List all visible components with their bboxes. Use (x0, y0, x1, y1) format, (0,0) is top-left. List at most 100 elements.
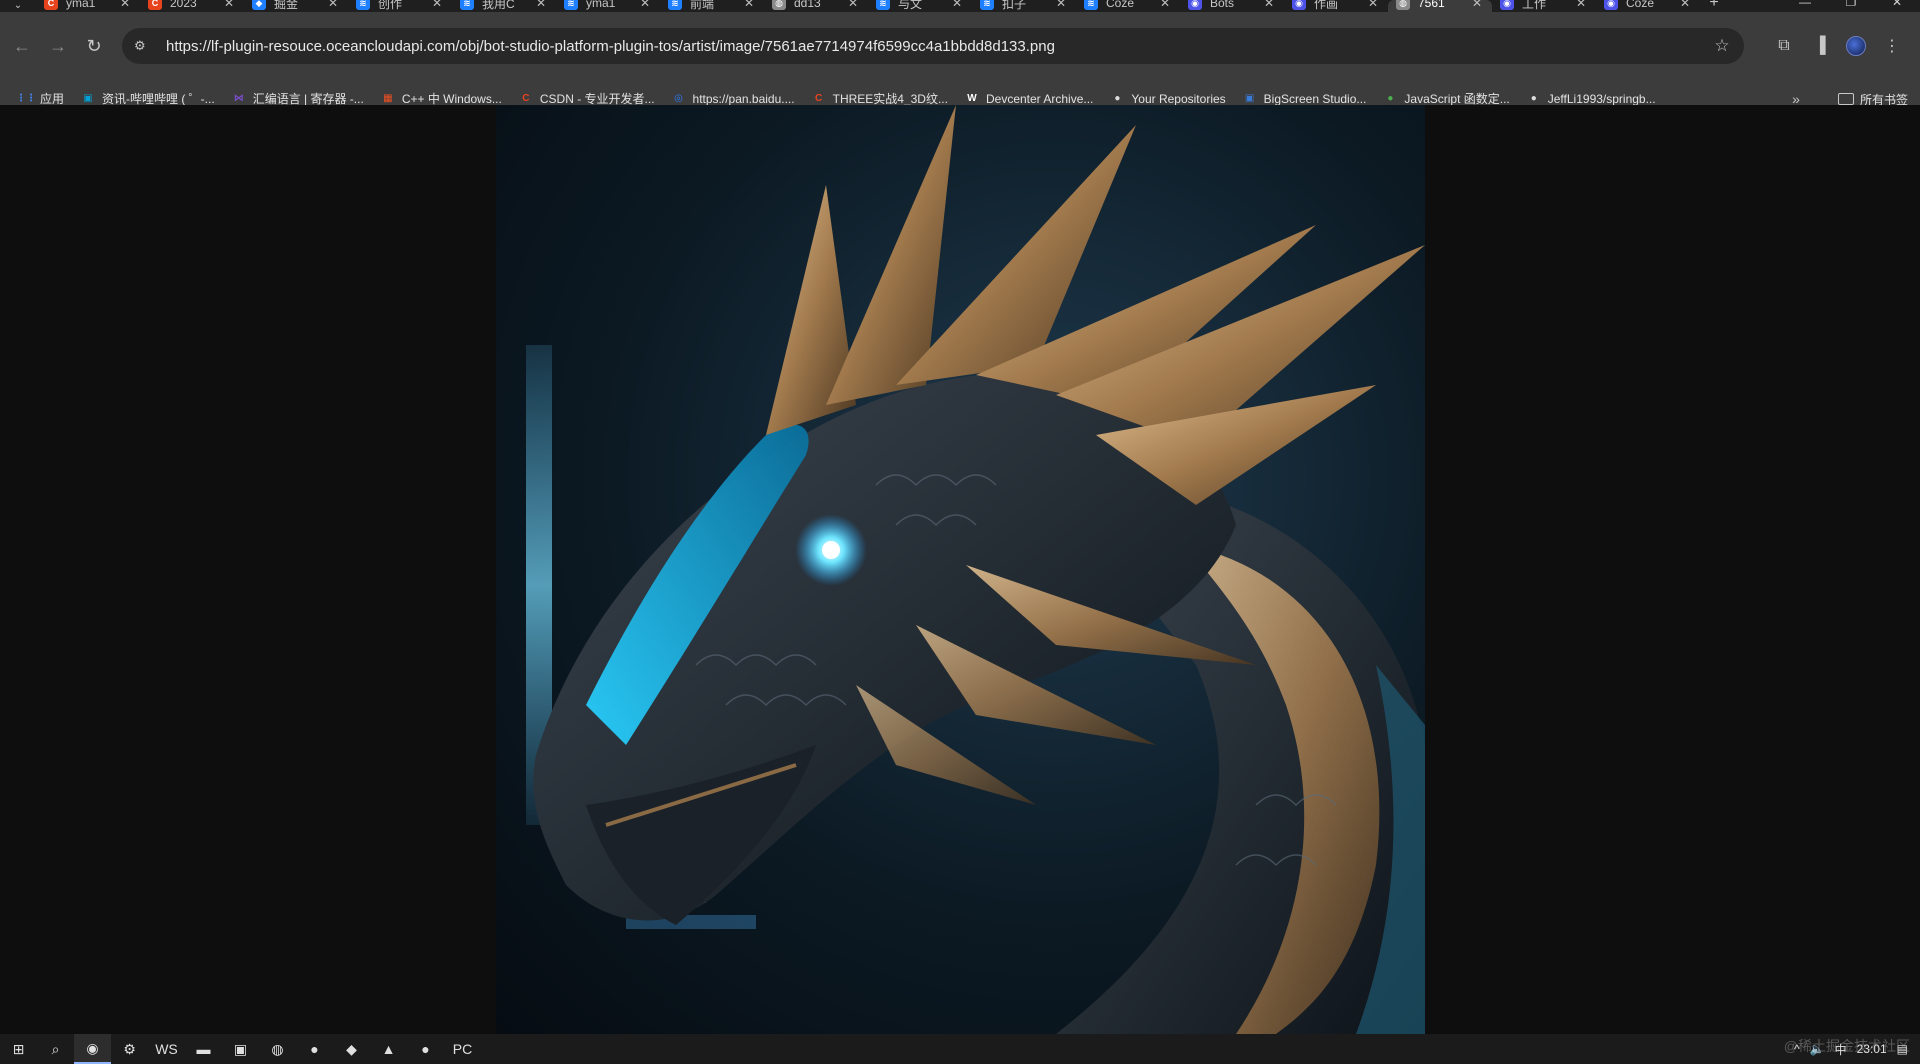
tab-favicon-icon: C (148, 0, 162, 10)
tab-favicon-icon: ≋ (876, 0, 890, 10)
tab-close-icon[interactable]: ✕ (950, 0, 964, 10)
tab-favicon-icon: ◉ (1604, 0, 1618, 10)
tab-favicon-icon: ≋ (668, 0, 682, 10)
tab-12[interactable]: ◉ 作画 ✕ (1284, 0, 1388, 12)
forward-icon[interactable]: → (40, 28, 76, 64)
tab-favicon-icon: ◉ (1188, 0, 1202, 10)
taskbar-app-red-icon[interactable]: ◆ (333, 1034, 370, 1064)
tab-8[interactable]: ≋ 与文 ✕ (868, 0, 972, 12)
tab-favicon-icon: ◉ (1292, 0, 1306, 10)
tab-1[interactable]: C 2023 ✕ (140, 0, 244, 12)
taskbar-pycharm-icon[interactable]: PC (444, 1034, 481, 1064)
tab-close-icon[interactable]: ✕ (846, 0, 860, 10)
profile-avatar[interactable] (1838, 28, 1874, 64)
bookmark-label: Your Repositories (1131, 91, 1226, 106)
watermark: @稀土掘金技术社区 (1783, 1038, 1910, 1054)
tab-title: Coze (1626, 0, 1655, 10)
tab-4[interactable]: ≋ 我用C ✕ (452, 0, 556, 12)
new-tab-button[interactable]: + (1700, 0, 1728, 12)
tab-title: 与文 (898, 0, 923, 11)
tab-15[interactable]: ◉ Coze ✕ (1596, 0, 1700, 12)
taskbar-qq-icon[interactable]: ● (296, 1034, 333, 1064)
tab-title: dd13 (794, 0, 821, 10)
tab-close-icon[interactable]: ✕ (1158, 0, 1172, 10)
window-controls: — ❐ ✕ (1782, 0, 1920, 12)
tab-title: yma1 (586, 0, 616, 10)
taskbar-browser-icon[interactable]: ◍ (259, 1034, 296, 1064)
bookmark-star-icon[interactable]: ☆ (1712, 36, 1732, 56)
tab-close-icon[interactable]: ✕ (742, 0, 756, 10)
dragon-image[interactable] (496, 105, 1425, 1034)
tab-favicon-icon: ◍ (772, 0, 786, 10)
tab-close-icon[interactable]: ✕ (118, 0, 132, 10)
tab-close-icon[interactable]: ✕ (1366, 0, 1380, 10)
tab-close-icon[interactable]: ✕ (326, 0, 340, 10)
address-bar[interactable]: ⚙ https://lf-plugin-resouce.oceancloudap… (122, 28, 1744, 64)
tab-list: Cyma1 ✕ C 2023 ✕ ◆ 掘金 ✕ ≋ 创作 ✕ ≋ 我用C ✕ ≋ yma1 ✕ ≋ 前端 ✕ ◍ dd13… (36, 0, 1700, 12)
tab-title: 掘金 (274, 0, 299, 11)
bookmark-label: Devcenter Archive... (985, 91, 1094, 106)
reload-icon[interactable]: ↻ (76, 28, 112, 64)
tab-favicon-icon: ≋ (460, 0, 474, 10)
tab-9[interactable]: ≋ 扣子 ✕ (972, 0, 1076, 12)
tab-close-icon[interactable]: ✕ (222, 0, 236, 10)
site-info-icon[interactable]: ⚙ (134, 38, 154, 54)
taskbar: ⊞ ⌕ ◉ ⚙ WS ▬ ▣ ◍ ● ◆ ▲ ● PC ^ 🔈 中 23:01 ▤ (0, 1034, 1920, 1064)
bookmark-label: BigScreen Studio... (1263, 91, 1367, 106)
tab-favicon-icon: ◍ (1396, 0, 1410, 10)
tab-title: 作画 (1314, 0, 1339, 11)
tab-favicon-icon: ≋ (356, 0, 370, 10)
tab-0[interactable]: Cyma1 ✕ (36, 0, 140, 12)
tab-close-icon[interactable]: ✕ (534, 0, 548, 10)
tab-close-icon[interactable]: ✕ (1678, 0, 1692, 10)
restore-icon[interactable]: ❐ (1828, 0, 1874, 12)
tab-close-icon[interactable]: ✕ (1574, 0, 1588, 10)
tab-3[interactable]: ≋ 创作 ✕ (348, 0, 452, 12)
tab-favicon-icon: ≋ (564, 0, 578, 10)
tab-title: 7561 (1418, 0, 1445, 10)
tab-title: Coze (1106, 0, 1135, 10)
tab-close-icon[interactable]: ✕ (1470, 0, 1484, 10)
bookmark-label: https://pan.baidu.... (692, 91, 795, 106)
taskbar-app-icon[interactable]: ▣ (222, 1034, 259, 1064)
tab-close-icon[interactable]: ✕ (1262, 0, 1276, 10)
tab-favicon-icon: ≋ (1084, 0, 1098, 10)
bookmark-label: JeffLi1993/springb... (1547, 91, 1656, 106)
tab-2[interactable]: ◆ 掘金 ✕ (244, 0, 348, 12)
tab-favicon-icon: ◆ (252, 0, 266, 10)
taskbar-start-icon[interactable]: ⊞ (0, 1034, 37, 1064)
tab-7[interactable]: ◍ dd13 ✕ (764, 0, 868, 12)
tab-5[interactable]: ≋ yma1 ✕ (556, 0, 660, 12)
taskbar-webstorm-icon[interactable]: WS (148, 1034, 185, 1064)
taskbar-wechat-icon[interactable]: ● (407, 1034, 444, 1064)
tab-13[interactable]: ◍ 7561 ✕ (1388, 0, 1492, 12)
taskbar-settings-icon[interactable]: ⚙ (111, 1034, 148, 1064)
tab-favicon-icon: ≋ (980, 0, 994, 10)
tab-6[interactable]: ≋ 前端 ✕ (660, 0, 764, 12)
back-icon[interactable]: ← (4, 28, 40, 64)
tab-favicon-icon: C (44, 0, 58, 10)
extensions-icon[interactable]: ⧉ (1766, 28, 1802, 64)
tab-close-icon[interactable]: ✕ (1054, 0, 1068, 10)
tab-title: 2023 (170, 0, 197, 10)
close-window-icon[interactable]: ✕ (1874, 0, 1920, 12)
tab-close-icon[interactable]: ✕ (638, 0, 652, 10)
folder-icon (1837, 93, 1854, 105)
browser-toolbar: ← → ↻ ⚙ https://lf-plugin-resouce.oceanc… (0, 12, 1920, 116)
minimize-icon[interactable]: — (1782, 0, 1828, 12)
tab-search-button[interactable]: ⌄ (0, 0, 36, 12)
tab-11[interactable]: ◉ Bots ✕ (1180, 0, 1284, 12)
side-panel-icon[interactable]: ▐ (1802, 28, 1838, 64)
tab-close-icon[interactable]: ✕ (430, 0, 444, 10)
tab-14[interactable]: ◉ 工作 ✕ (1492, 0, 1596, 12)
url-text[interactable]: https://lf-plugin-resouce.oceancloudapi.… (166, 38, 1712, 55)
taskbar-explorer-icon[interactable]: ▬ (185, 1034, 222, 1064)
tab-10[interactable]: ≋ Coze ✕ (1076, 0, 1180, 12)
taskbar-chrome-icon[interactable]: ◉ (74, 1034, 111, 1064)
tab-title: Bots (1210, 0, 1235, 10)
dragon-illustration (526, 105, 1425, 1034)
taskbar-search-icon[interactable]: ⌕ (37, 1034, 74, 1064)
menu-icon[interactable]: ⋮ (1874, 28, 1910, 64)
taskbar-app-purple-icon[interactable]: ▲ (370, 1034, 407, 1064)
tab-favicon-icon: ◉ (1500, 0, 1514, 10)
